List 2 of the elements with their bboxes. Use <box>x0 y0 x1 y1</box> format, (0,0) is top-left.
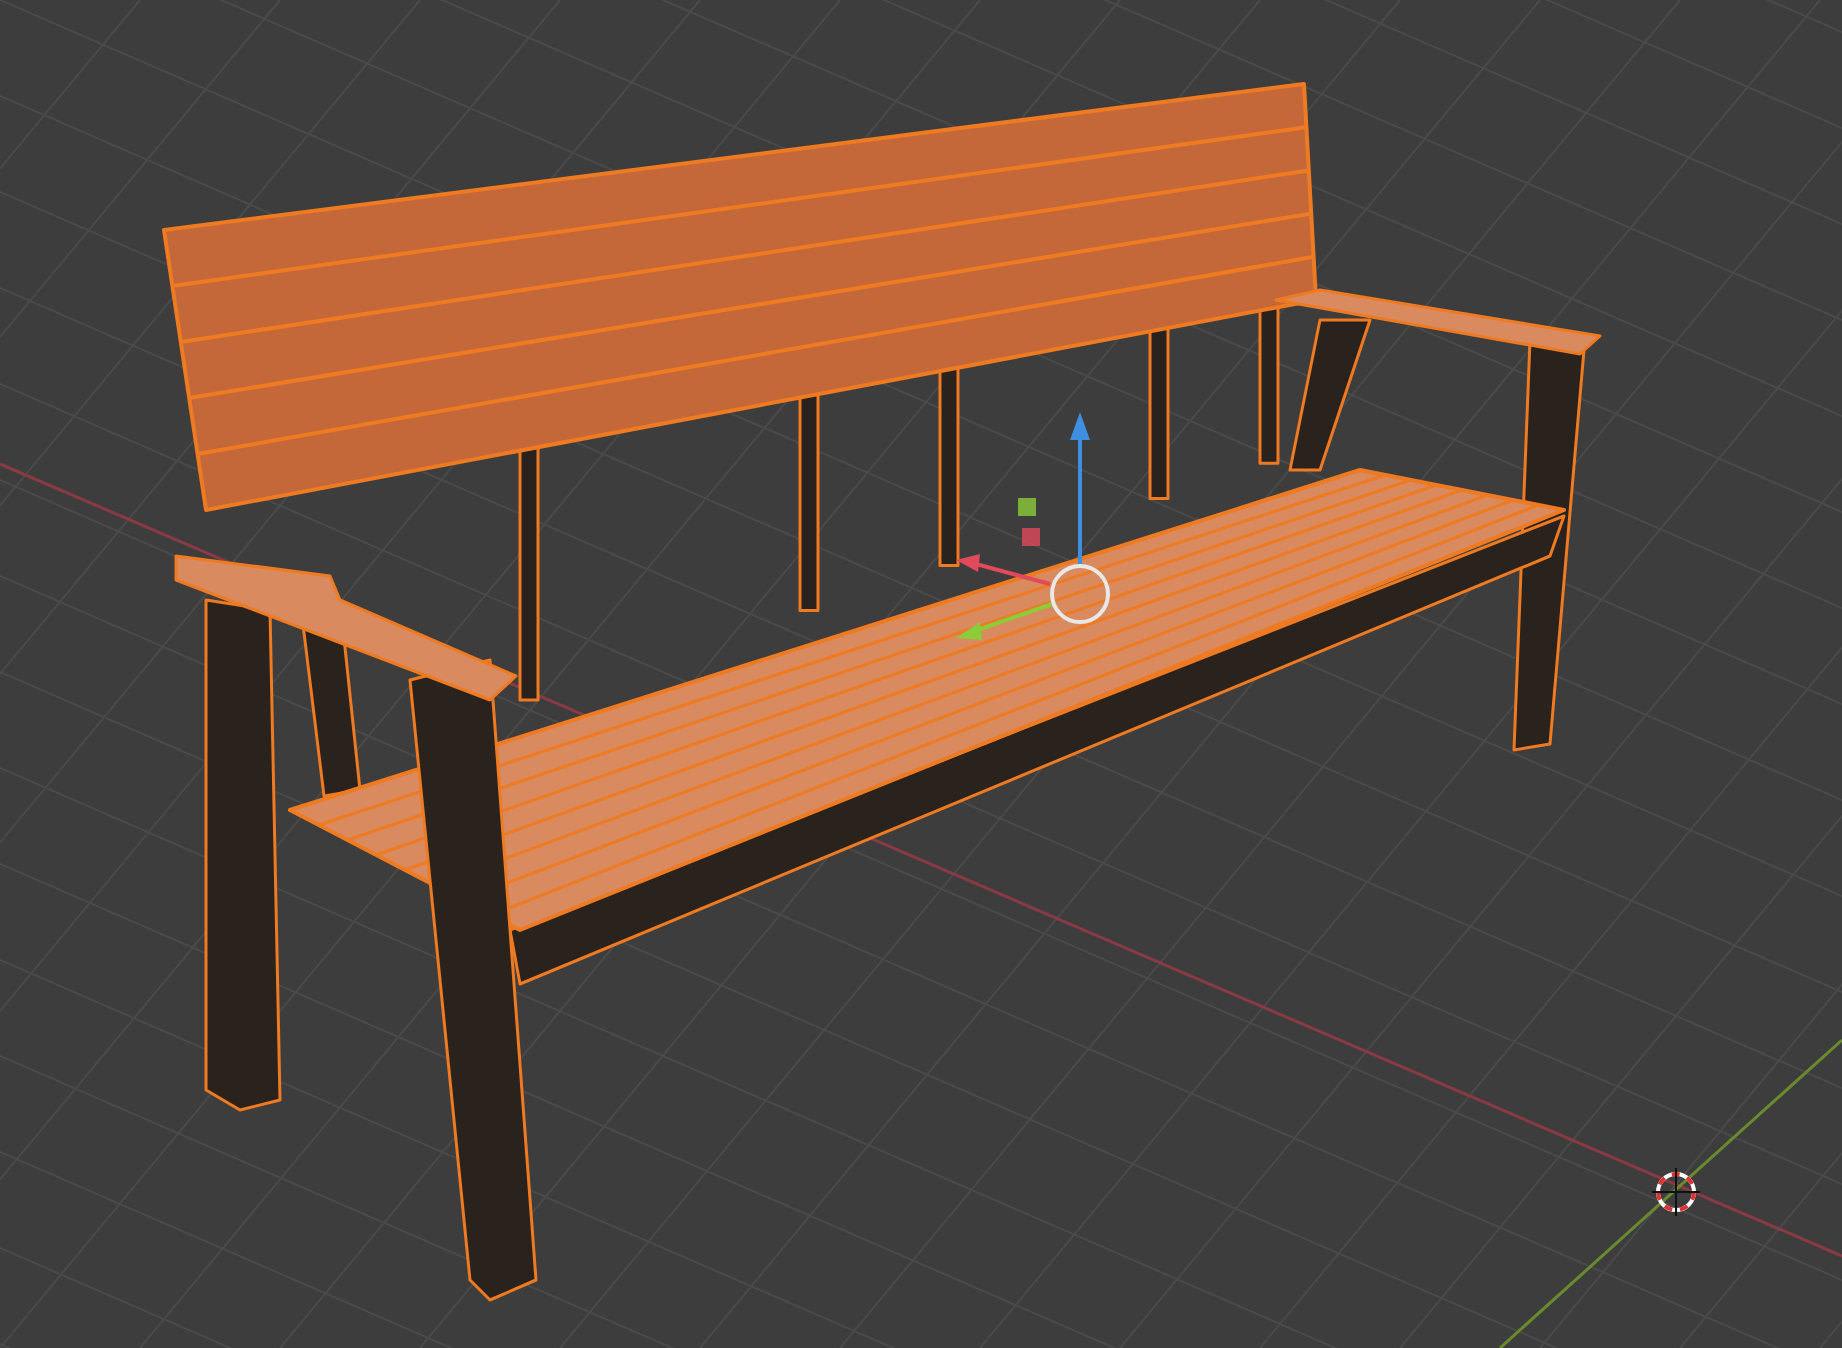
move-gizmo-icon[interactable] <box>956 412 1110 640</box>
crosshair-cursor-icon <box>1651 1167 1701 1217</box>
